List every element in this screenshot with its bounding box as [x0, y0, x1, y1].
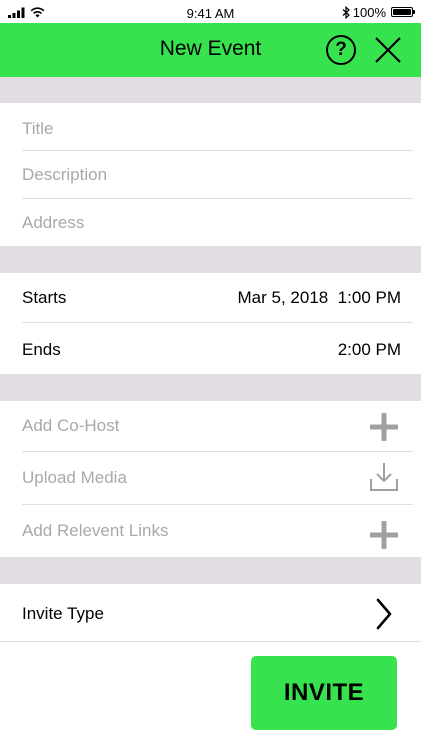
- add-links-label: Add Relevent Links: [22, 521, 169, 540]
- plus-icon[interactable]: [370, 413, 398, 441]
- battery-icon: [391, 7, 415, 17]
- add-links-row[interactable]: Add Relevent Links: [0, 505, 421, 557]
- new-event-screen: 9:41 AM 100% New Event ? Title Descripti…: [0, 0, 421, 747]
- section-separator: [0, 557, 421, 584]
- invite-button[interactable]: INVITE: [251, 656, 397, 730]
- section-separator: [0, 246, 421, 273]
- starts-label: Starts: [22, 288, 67, 307]
- battery-fill: [393, 9, 411, 15]
- status-bar: 9:41 AM 100%: [0, 0, 421, 25]
- upload-media-row[interactable]: Upload Media: [0, 452, 421, 504]
- invite-type-label: Invite Type: [22, 604, 104, 623]
- title-placeholder: Title: [22, 119, 54, 138]
- add-cohost-label: Add Co-Host: [22, 416, 120, 435]
- title-field[interactable]: Title: [0, 103, 421, 151]
- description-field[interactable]: Description: [0, 151, 421, 199]
- ends-value[interactable]: 2:00 PM: [338, 340, 401, 360]
- address-field[interactable]: Address: [0, 199, 421, 246]
- chevron-right-icon[interactable]: [375, 598, 393, 630]
- invite-type-row[interactable]: Invite Type: [0, 584, 421, 641]
- ends-label: Ends: [22, 340, 61, 359]
- address-placeholder: Address: [22, 213, 85, 232]
- ends-row[interactable]: Ends 2:00 PM: [0, 323, 421, 374]
- upload-media-label: Upload Media: [22, 468, 127, 487]
- plus-icon[interactable]: [370, 521, 398, 549]
- starts-row[interactable]: Starts Mar 5, 2018 1:00 PM: [0, 273, 421, 322]
- battery-percent: 100%: [352, 4, 386, 20]
- divider: [0, 641, 421, 642]
- starts-value[interactable]: Mar 5, 2018 1:00 PM: [238, 288, 401, 308]
- section-separator: [0, 374, 421, 401]
- help-button[interactable]: ?: [326, 35, 356, 65]
- add-cohost-row[interactable]: Add Co-Host: [0, 401, 421, 451]
- section-separator: [0, 77, 421, 103]
- description-placeholder: Description: [22, 165, 108, 184]
- close-icon[interactable]: [372, 34, 404, 66]
- download-icon[interactable]: [369, 461, 399, 493]
- status-right: 100%: [342, 4, 415, 20]
- bluetooth-icon: [342, 5, 350, 19]
- page-title: New Event: [159, 37, 262, 60]
- header-bar: New Event ?: [0, 23, 421, 77]
